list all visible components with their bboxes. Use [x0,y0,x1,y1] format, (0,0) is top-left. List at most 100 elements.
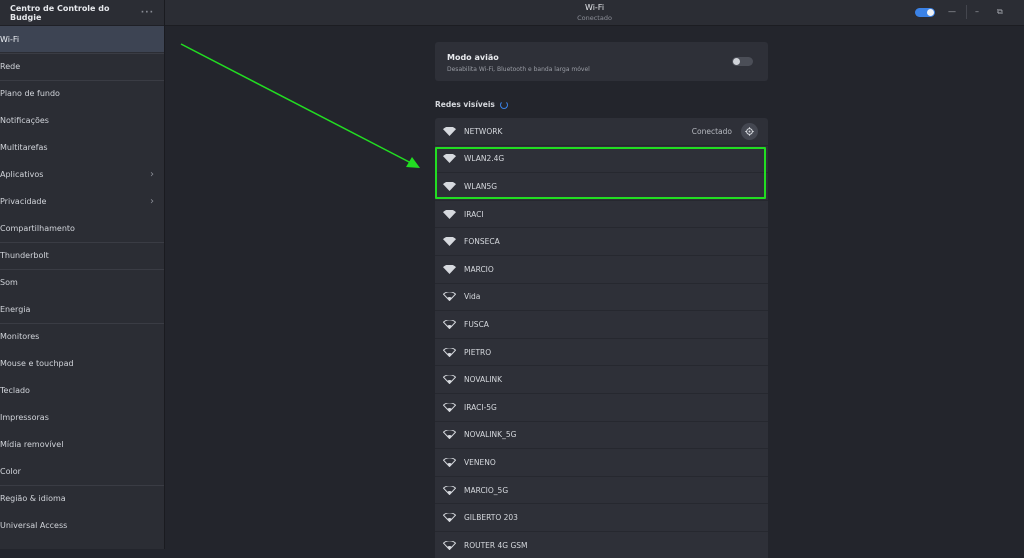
wifi-signal-weak-icon [443,347,456,357]
wifi-signal-icon [443,264,456,274]
sidebar-item[interactable]: Teclado [0,377,164,404]
sidebar-item[interactable]: Thunderbolt [0,242,164,269]
network-row[interactable]: WLAN2.4G [435,146,768,174]
sidebar-item-label: Mouse e touchpad [0,358,74,368]
network-row[interactable]: VENENO [435,449,768,477]
wifi-signal-weak-icon [443,485,456,495]
sidebar-item-label: Color [0,466,21,476]
network-row[interactable]: NOVALINK [435,366,768,394]
airplane-mode-switch[interactable] [732,57,753,66]
sidebar-header: Centro de Controle do Budgie ··· [0,0,164,26]
networks-section-label: Redes visíveis [435,100,495,109]
titlebar: Wi-Fi Conectado — – ⧉ [165,0,1024,26]
network-name: VENENO [464,457,496,467]
sidebar-item-label: Som [0,278,18,287]
wifi-signal-weak-icon [443,430,456,440]
network-row[interactable]: FUSCA [435,311,768,339]
app-title: Centro de Controle do Budgie [10,3,110,22]
sidebar-item-label: Energia [0,304,31,314]
loading-spinner-icon [499,100,508,109]
network-name: MARCIO_5G [464,485,509,495]
network-name: IRACI-5G [464,402,497,412]
sidebar-item[interactable]: Multitarefas [0,134,164,161]
network-name: WLAN2.4G [464,154,505,164]
sidebar-item[interactable]: Notificações [0,107,164,134]
network-row[interactable]: FONSECA [435,228,768,256]
network-row[interactable]: ROUTER 4G GSM [435,532,768,558]
airplane-mode-card: Modo avião Desabilita Wi-Fi, Bluetooth e… [435,42,768,81]
sidebar-item-label: Notificações [0,115,49,125]
page-title: Wi-Fi [584,3,605,12]
sidebar-item-label: Universal Access [0,520,68,530]
sidebar-item-label: Aplicativos [0,169,44,179]
sidebar-item[interactable]: Plano de fundo [0,80,164,107]
sidebar-item-label: Wi-Fi [0,34,20,44]
network-row[interactable]: WLAN5G [435,173,768,201]
sidebar-item-label: Mídia removível [0,439,64,449]
network-row[interactable]: MARCIO_5G [435,477,768,505]
gear-icon[interactable] [741,123,758,140]
network-name: PIETRO [464,347,492,357]
sidebar-item-label: Compartilhamento [0,223,75,233]
network-name: NOVALINK_5G [464,430,517,440]
wifi-signal-weak-icon [443,540,456,550]
wifi-signal-icon [443,181,456,191]
minimize-icon[interactable]: — [948,7,956,16]
titlebar-divider [966,5,967,19]
wifi-toggle[interactable] [915,8,935,17]
sidebar-item-label: Rede [0,62,21,71]
sidebar-item[interactable]: Som [0,269,164,296]
sidebar-item[interactable]: Rede [0,53,164,80]
wifi-signal-weak-icon [443,292,456,302]
network-name: MARCIO [464,264,494,274]
sidebar-item[interactable]: Wi-Fi [0,26,164,53]
network-row[interactable]: GILBERTO 203 [435,504,768,532]
chevron-right-icon: › [150,195,154,207]
sidebar-item-label: Impressoras [0,412,49,422]
sidebar-item-label: Thunderbolt [0,251,49,260]
sidebar-list: Wi-Fi Rede Plano de fundo Notificações Multi… [0,26,164,539]
chevron-right-icon: › [150,168,154,180]
sidebar-item-label: Multitarefas [0,142,48,152]
network-row[interactable]: NETWORK Conectado [435,118,768,146]
sidebar-item[interactable]: Monitores [0,323,164,350]
sidebar-item[interactable]: Mídia removível [0,431,164,458]
sidebar-item[interactable]: Aplicativos › [0,161,164,188]
sidebar-item[interactable]: Privacidade › [0,188,164,215]
wifi-signal-weak-icon [443,319,456,329]
network-list: NETWORK Conectado WLAN2.4G WLAN5G IRACI FONSE… [435,118,768,558]
network-row[interactable]: IRACI-5G [435,394,768,422]
network-row[interactable]: MARCIO [435,256,768,284]
sidebar-item[interactable]: Região & idioma [0,485,164,512]
network-name: GILBERTO 203 [464,513,518,523]
network-name: IRACI [464,209,484,219]
network-name: NOVALINK [464,375,503,385]
network-row[interactable]: Vida [435,284,768,312]
network-row[interactable]: NOVALINK_5G [435,422,768,450]
network-row[interactable]: PIETRO [435,339,768,367]
sidebar-item-label: Privacidade [0,196,47,206]
network-row[interactable]: IRACI [435,201,768,229]
network-name: Vida [464,292,481,302]
network-status: Conectado [691,126,732,136]
restore-icon[interactable]: ⧉ [997,7,1003,17]
wifi-signal-icon [443,237,456,247]
more-dots-icon[interactable]: ··· [141,8,154,18]
sidebar-item[interactable]: Impressoras [0,404,164,431]
wifi-signal-weak-icon [443,375,456,385]
wifi-signal-icon [443,209,456,219]
minimize-button-icon[interactable]: – [975,7,979,16]
sidebar-item[interactable]: Compartilhamento [0,215,164,242]
sidebar-item[interactable]: Energia [0,296,164,323]
sidebar-item[interactable]: Mouse e touchpad [0,350,164,377]
sidebar-item-label: Teclado [0,385,30,395]
sidebar-item[interactable]: Universal Access [0,512,164,539]
page-subtitle: Conectado [577,14,612,22]
wifi-signal-weak-icon [443,402,456,412]
network-name: NETWORK [464,126,503,136]
sidebar-item-label: Região & idioma [0,494,66,503]
sidebar-item[interactable]: Color [0,458,164,485]
wifi-signal-weak-icon [443,513,456,523]
networks-section-title: Redes visíveis [435,100,508,109]
airplane-mode-title: Modo avião [447,53,499,62]
